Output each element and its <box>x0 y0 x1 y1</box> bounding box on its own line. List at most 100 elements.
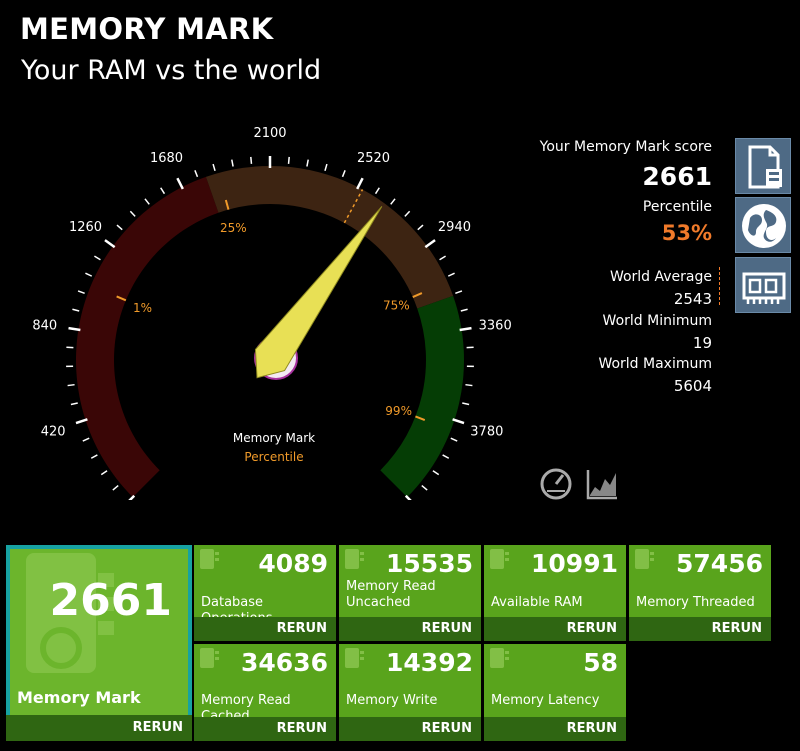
tile-label: Available RAM <box>491 595 583 610</box>
tile-memory-read-cached[interactable]: 34636 Memory Read Cached RERUN <box>194 644 336 741</box>
report-icon <box>748 145 782 189</box>
tile-database-operations[interactable]: 4089 Database Operations RERUN <box>194 545 336 641</box>
tile-value: 14392 <box>386 648 473 677</box>
tile-value: 4089 <box>258 549 328 578</box>
tile-value: 34636 <box>241 648 328 677</box>
memory-chip-icon <box>490 549 509 569</box>
gauge-tick-label: 2940 <box>438 220 471 235</box>
percentile-marker-label: 1% <box>133 301 152 315</box>
gauge-tick <box>112 484 119 491</box>
gauge-tick-label: 840 <box>32 318 57 333</box>
percentile-label: Percentile <box>642 199 712 215</box>
gauge-tick <box>450 437 458 442</box>
gauge-tick-label: 420 <box>41 424 66 439</box>
rerun-button[interactable]: RERUN <box>484 717 626 741</box>
gauge-tick <box>116 224 123 231</box>
gauge-tick-label: 3360 <box>479 318 512 333</box>
memory-mark-tile[interactable]: 2661 Memory Mark RERUN <box>6 545 192 741</box>
rerun-button[interactable]: RERUN <box>339 617 481 641</box>
gauge-tick <box>68 326 81 332</box>
gauge-tick-label: 3780 <box>470 424 503 439</box>
score-value: 2661 <box>642 162 712 191</box>
memory-chip-icon <box>490 648 509 668</box>
memory-chip-icon <box>200 648 219 668</box>
tile-value: 57456 <box>676 549 763 578</box>
tile-memory-read-uncached[interactable]: 15535 Memory Read Uncached RERUN <box>339 545 481 641</box>
memory-mark-gauge: 0420840126016802100252029403360378042001… <box>32 126 512 500</box>
gauge-tick <box>341 170 346 178</box>
percentile-marker-label: 25% <box>220 221 247 235</box>
gauge-tick <box>306 159 309 167</box>
world-minimum-label: World Minimum <box>602 313 712 329</box>
gauge-tick-label: 2520 <box>357 151 390 166</box>
chart-history-icon <box>586 470 617 500</box>
score-label: Your Memory Mark score <box>539 139 712 155</box>
gauge-tick <box>70 402 78 406</box>
gauge-needle <box>254 206 383 379</box>
world-compare-button[interactable] <box>735 197 791 253</box>
gauge-tick <box>439 255 446 261</box>
gauge-tick <box>67 383 75 387</box>
tile-memory-write[interactable]: 14392 Memory Write RERUN <box>339 644 481 741</box>
report-button[interactable] <box>735 138 791 194</box>
memory-chip-icon <box>345 648 364 668</box>
gauge-tick <box>390 198 396 205</box>
gauge-tick <box>75 418 88 425</box>
world-minimum-value: 19 <box>692 334 712 352</box>
percentile-value: 53% <box>661 221 712 245</box>
rerun-button[interactable]: RERUN <box>629 617 771 641</box>
gauge-tick <box>128 494 136 500</box>
memory-card-icon <box>742 272 786 304</box>
world-maximum-value: 5604 <box>673 377 712 395</box>
tile-memory-latency[interactable]: 58 Memory Latency RERUN <box>484 644 626 741</box>
gauge-tick <box>231 159 234 167</box>
speedometer-button[interactable] <box>539 467 573 501</box>
gauge-tick <box>250 156 253 164</box>
gauge-tick <box>374 187 380 195</box>
world-average-label: World Average <box>609 269 712 285</box>
memory-chip-icon <box>200 549 219 569</box>
globe-icon <box>742 204 786 248</box>
gauge-tick <box>129 210 136 217</box>
percentile-marker-label: 75% <box>383 298 410 312</box>
memory-chip-icon <box>345 549 364 569</box>
rerun-button[interactable]: RERUN <box>194 617 336 641</box>
history-chart-button[interactable] <box>585 467 619 501</box>
gauge-tick <box>176 177 184 190</box>
rerun-button[interactable]: RERUN <box>194 717 336 741</box>
tile-label: Memory Latency <box>491 693 600 708</box>
world-average-value: 2543 <box>673 290 712 308</box>
tile-available-ram[interactable]: 10991 Available RAM RERUN <box>484 545 626 641</box>
gauge-tick <box>455 290 463 294</box>
gauge-tick <box>287 156 290 164</box>
gauge-tick <box>356 177 364 190</box>
gauge-tick <box>100 470 108 476</box>
tile-label: Memory Threaded <box>636 595 755 610</box>
percentile-marker-label: 99% <box>385 404 412 418</box>
tile-value: 10991 <box>531 549 618 578</box>
gauge-band <box>380 295 464 498</box>
tile-value: 15535 <box>386 549 473 578</box>
gauge-tick <box>462 402 470 406</box>
gauge-tick <box>212 163 216 172</box>
memory-details-button[interactable] <box>735 257 791 313</box>
gauge-tick <box>447 272 455 277</box>
gauge-tick-label: 1680 <box>150 151 183 166</box>
tile-label: Memory Read Uncached <box>346 579 436 610</box>
gauge-tick <box>442 454 450 459</box>
gauge-center-label: Memory Mark <box>233 431 315 445</box>
gauge-tick <box>417 224 424 231</box>
gauge-tick <box>324 163 328 172</box>
gauge-tick <box>421 484 428 491</box>
rerun-button[interactable]: RERUN <box>339 717 481 741</box>
gauge-tick <box>404 494 412 500</box>
memory-chip-icon <box>635 549 654 569</box>
rerun-button[interactable]: RERUN <box>484 617 626 641</box>
memory-mark-rerun-button[interactable]: RERUN <box>6 715 192 741</box>
gauge-tick-label: 1260 <box>69 220 102 235</box>
gauge-tick <box>160 187 166 195</box>
tile-memory-threaded[interactable]: 57456 Memory Threaded RERUN <box>629 545 771 641</box>
gauge-tick <box>404 210 411 217</box>
gauge-tick-label: 2100 <box>253 126 286 141</box>
gauge-tick <box>94 255 101 261</box>
